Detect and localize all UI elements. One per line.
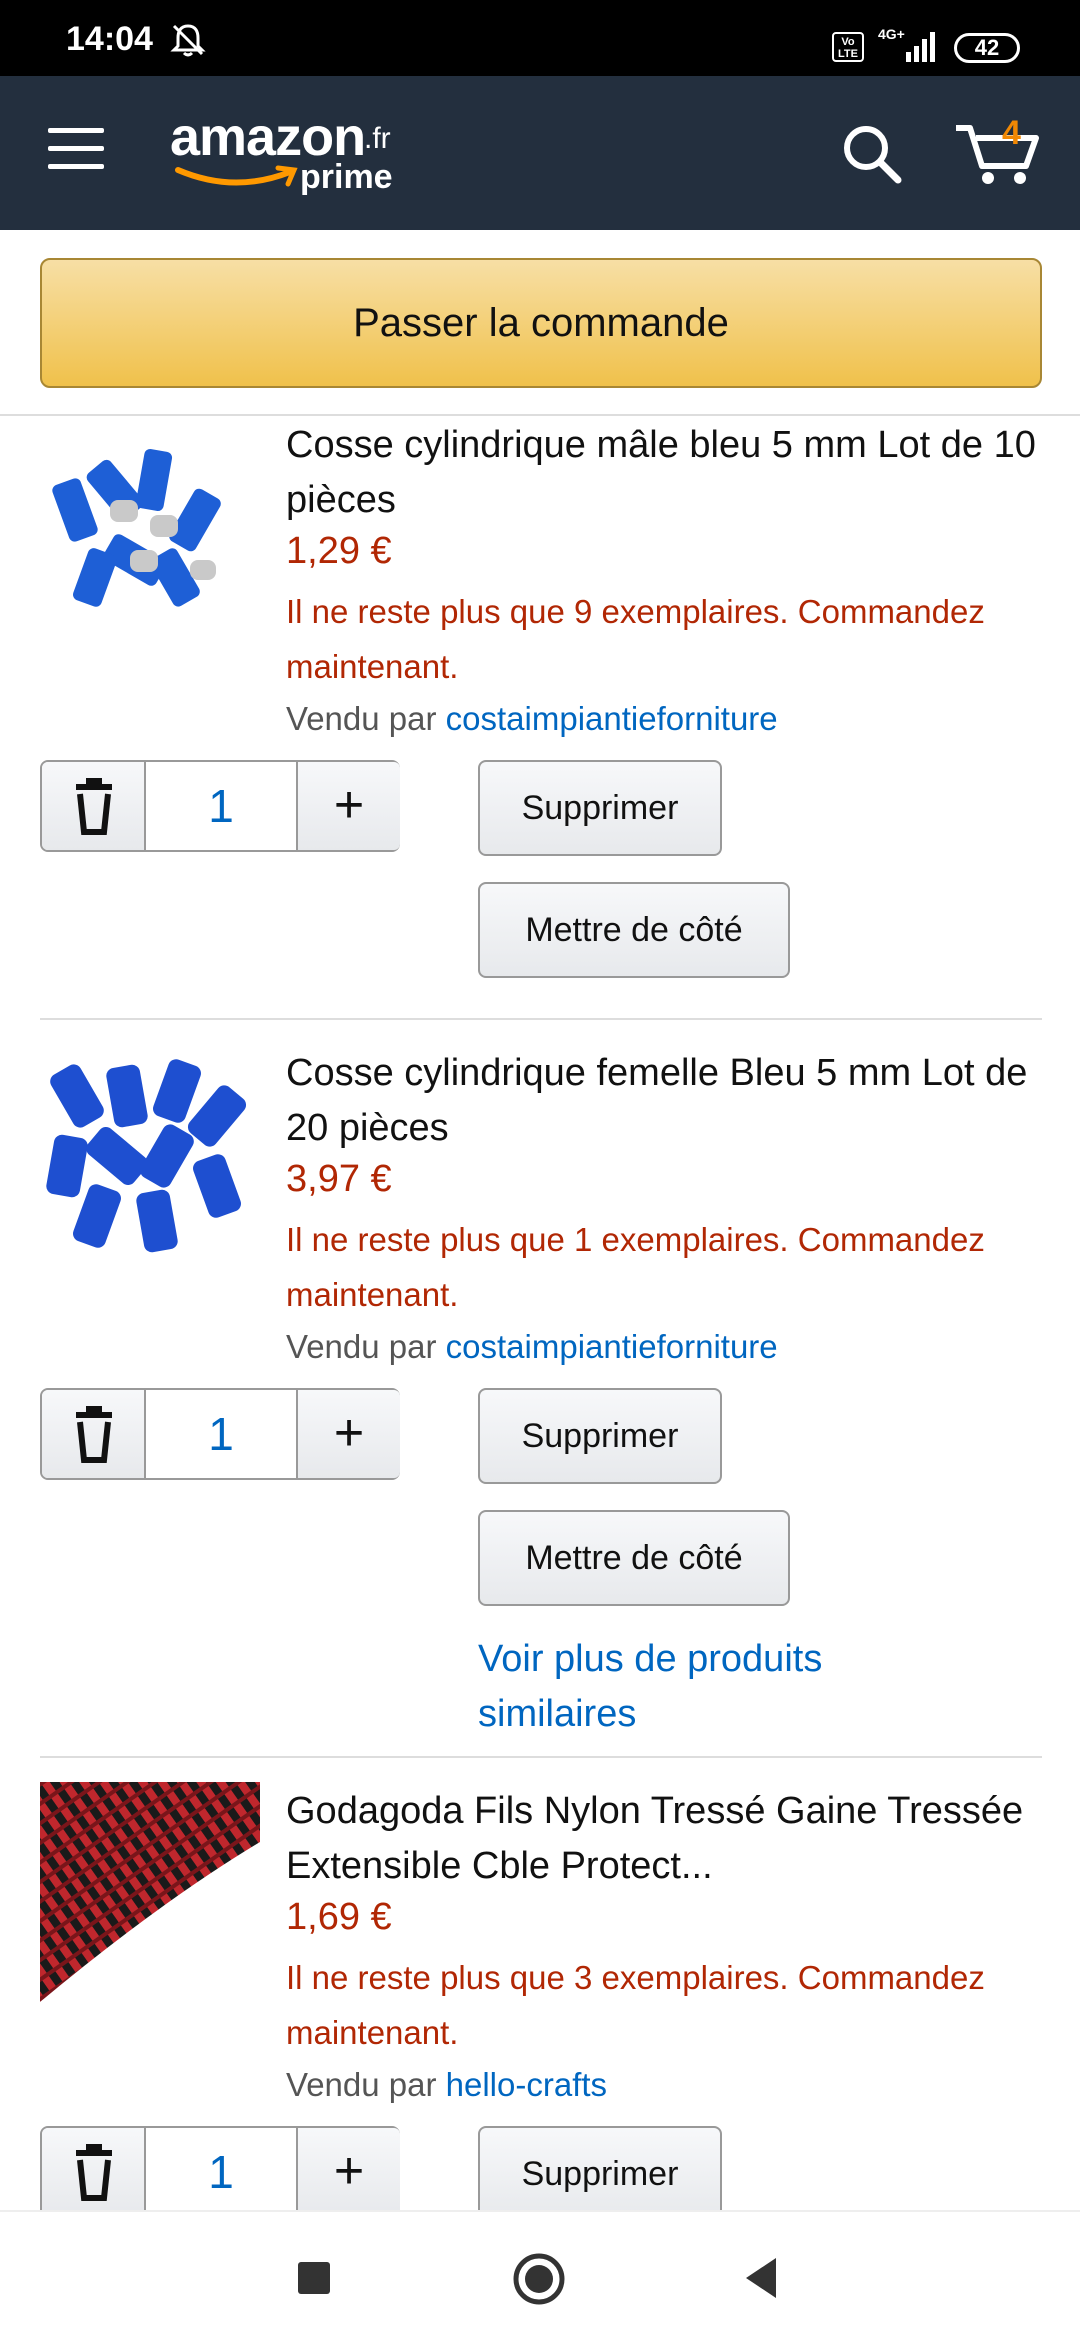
checkout-bar: Passer la commande (0, 230, 1080, 416)
stock-warning: Il ne reste plus que 3 exemplaires. Comm… (286, 1959, 985, 2051)
checkout-button[interactable]: Passer la commande (40, 258, 1042, 388)
clock: 14:04 (66, 20, 153, 58)
delete-button[interactable] (42, 2128, 146, 2216)
product-title[interactable]: Godagoda Fils Nylon Tressé Gaine Tressée… (286, 1784, 1046, 1894)
product-image[interactable] (40, 1046, 260, 1266)
trash-icon (76, 1406, 112, 1463)
seller-line: Vendu par costaimpiantieforniture (286, 1328, 778, 1365)
remove-button[interactable]: Supprimer (478, 2126, 722, 2222)
seller-link[interactable]: hello-crafts (446, 2066, 607, 2103)
back-icon[interactable] (742, 2256, 780, 2300)
similar-products-link[interactable]: Voir plus de produits similaires (478, 1632, 978, 1742)
bell-off-icon (170, 24, 206, 57)
seller-link[interactable]: costaimpiantieforniture (446, 1328, 778, 1365)
seller-line: Vendu par costaimpiantieforniture (286, 700, 778, 737)
menu-icon[interactable] (48, 128, 104, 176)
delete-button[interactable] (42, 762, 146, 850)
cart-button[interactable]: 4 (952, 114, 1042, 188)
stock-warning: Il ne reste plus que 1 exemplaires. Comm… (286, 1221, 985, 1313)
amazon-logo[interactable]: amazon .fr prime (170, 106, 410, 206)
system-nav-bar (0, 2210, 1080, 2340)
quantity-value[interactable]: 1 (146, 1390, 296, 1478)
product-title[interactable]: Cosse cylindrique femelle Bleu 5 mm Lot … (286, 1046, 1046, 1156)
product-image[interactable] (40, 1782, 260, 2002)
quantity-stepper: 1 + (40, 2126, 400, 2218)
cart-icon (956, 125, 1039, 184)
quantity-value[interactable]: 1 (146, 2128, 296, 2216)
battery-icon: 42 (954, 33, 1020, 63)
trash-icon (76, 778, 112, 835)
product-price: 1,29 € (286, 530, 392, 572)
increment-button[interactable]: + (296, 762, 400, 850)
status-bar: 14:04 Vo LTE 4G+ 42 (0, 0, 1080, 76)
save-for-later-button[interactable]: Mettre de côté (478, 1510, 790, 1606)
stock-warning: Il ne reste plus que 9 exemplaires. Comm… (286, 593, 985, 685)
quantity-stepper: 1 + (40, 760, 400, 852)
smile-arrow-icon (175, 165, 298, 187)
divider (40, 1756, 1042, 1758)
volte-icon: Vo LTE (832, 32, 864, 62)
divider (40, 1018, 1042, 1020)
remove-button[interactable]: Supprimer (478, 1388, 722, 1484)
product-price: 1,69 € (286, 1896, 392, 1938)
increment-button[interactable]: + (296, 1390, 400, 1478)
product-price: 3,97 € (286, 1158, 392, 1200)
delete-button[interactable] (42, 1390, 146, 1478)
trash-icon (76, 2144, 112, 2201)
app-header: amazon .fr prime 4 (0, 76, 1080, 230)
signal-icon (906, 32, 935, 62)
cart-count: 4 (1002, 114, 1021, 152)
remove-button[interactable]: Supprimer (478, 760, 722, 856)
home-icon[interactable] (512, 2252, 566, 2306)
save-for-later-button[interactable]: Mettre de côté (478, 882, 790, 978)
product-title[interactable]: Cosse cylindrique mâle bleu 5 mm Lot de … (286, 418, 1046, 528)
increment-button[interactable]: + (296, 2128, 400, 2216)
seller-line: Vendu par hello-crafts (286, 2066, 608, 2103)
recents-icon[interactable] (298, 2262, 330, 2294)
quantity-stepper: 1 + (40, 1388, 400, 1480)
seller-link[interactable]: costaimpiantieforniture (446, 700, 778, 737)
quantity-value[interactable]: 1 (146, 762, 296, 850)
product-image[interactable] (40, 420, 260, 640)
search-icon[interactable] (840, 122, 904, 186)
